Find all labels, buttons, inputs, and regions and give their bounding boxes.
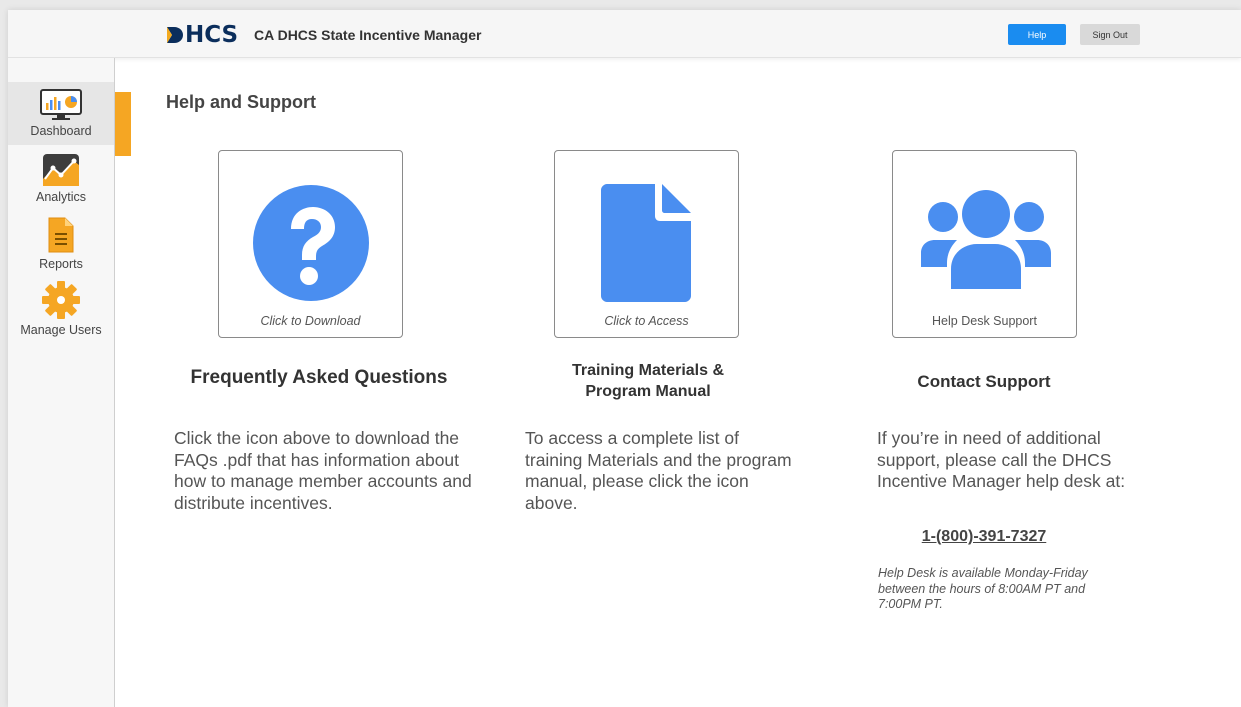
page-title: Help and Support: [166, 92, 316, 112]
sidebar-item-analytics[interactable]: Analytics: [8, 153, 114, 213]
training-materials-description: To access a complete list of training Ma…: [525, 428, 792, 513]
sidebar-item-label: Dashboard: [30, 124, 92, 138]
card-caption: Click to Download: [260, 314, 361, 328]
help-desk-support-card[interactable]: Help Desk Support: [892, 150, 1077, 338]
app-window: HCS CA DHCS State Incentive Manager Help…: [8, 10, 1241, 707]
card-caption: Help Desk Support: [932, 314, 1037, 328]
contact-support-title: Contact Support: [917, 372, 1051, 391]
app-title: CA DHCS State Incentive Manager: [254, 27, 482, 43]
sidebar-item-label: Reports: [39, 257, 83, 271]
card-caption: Click to Access: [604, 314, 689, 328]
logo-text: HCS: [185, 22, 239, 48]
help-button[interactable]: Help: [1008, 24, 1066, 45]
sidebar-item-dashboard[interactable]: Dashboard: [8, 82, 114, 145]
gear-icon: [42, 281, 80, 319]
dhcs-logo[interactable]: HCS: [165, 22, 238, 48]
faq-title: Frequently Asked Questions: [190, 367, 448, 388]
active-nav-indicator: [115, 92, 131, 156]
sidebar-item-label: Analytics: [35, 190, 87, 204]
help-desk-phone-link[interactable]: 1-(800)-391-7327: [878, 528, 1090, 546]
sidebar-item-manage-users[interactable]: Manage Users: [8, 280, 114, 344]
dhcs-logo-mark-icon: [167, 27, 183, 43]
analytics-chart-icon: [43, 154, 79, 186]
sidebar: Dashboard Analytics Reports Manage Users: [8, 58, 115, 707]
users-group-icon: [921, 190, 1051, 289]
sidebar-item-label: Manage Users: [20, 323, 102, 337]
sidebar-item-reports[interactable]: Reports: [8, 216, 114, 276]
report-document-icon: [48, 217, 74, 253]
sign-out-button[interactable]: Sign Out: [1080, 24, 1140, 45]
question-circle-icon: [253, 185, 369, 301]
faq-description: Click the icon above to download the FAQ…: [174, 428, 472, 513]
training-materials-title: Training Materials & Program Manual: [571, 362, 725, 400]
contact-support-description: If you’re in need of additional support,…: [877, 428, 1126, 491]
document-icon: [601, 184, 691, 302]
faq-download-card[interactable]: Click to Download: [218, 150, 403, 338]
help-desk-hours: Help Desk is available Monday-Friday bet…: [878, 566, 1088, 611]
training-materials-card[interactable]: Click to Access: [554, 150, 739, 338]
dashboard-monitor-icon: [40, 89, 82, 120]
top-bar: HCS CA DHCS State Incentive Manager Help…: [8, 10, 1241, 58]
